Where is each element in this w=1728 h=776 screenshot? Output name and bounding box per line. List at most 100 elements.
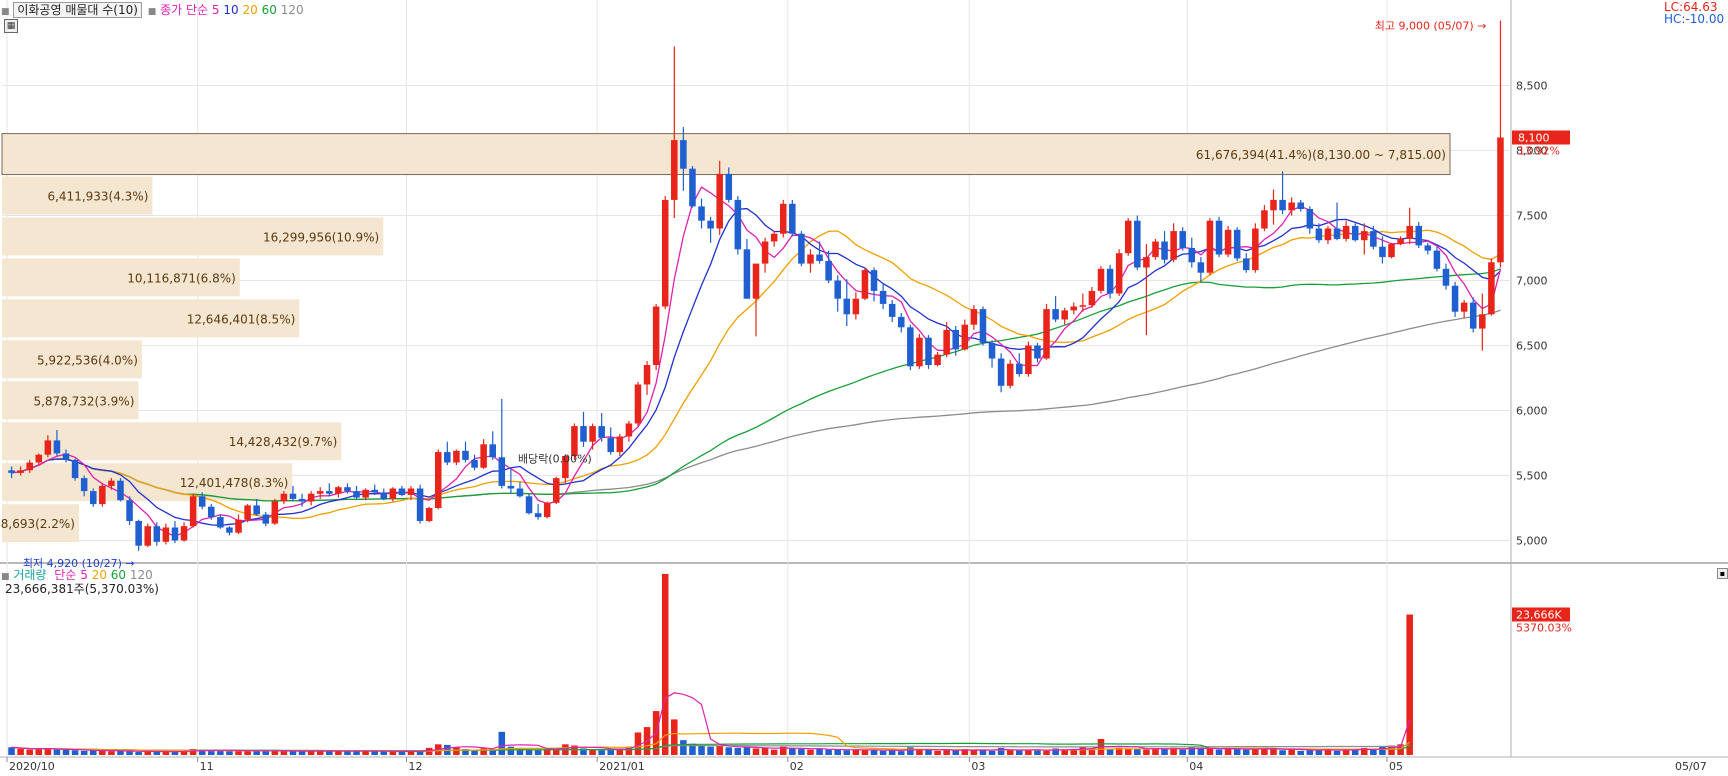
indicator-toggle-icon[interactable]: ■	[148, 7, 157, 17]
candle-body	[307, 493, 315, 502]
candle-body	[189, 496, 197, 527]
volume-profile-label: 14,428,432(9.7%)	[229, 435, 338, 449]
candle-body	[671, 140, 678, 200]
volume-bar	[979, 750, 987, 755]
candle-body	[661, 199, 669, 307]
candle-body	[534, 513, 542, 518]
candle-body	[226, 527, 233, 533]
candle-body	[1324, 228, 1332, 241]
price-tick-label: 7,000	[1516, 275, 1548, 288]
volume-bar	[17, 748, 24, 755]
candle-body	[135, 521, 142, 546]
candle-body	[117, 480, 124, 501]
volume-bar	[761, 747, 769, 755]
collapse-toggle-icon[interactable]: ■	[1, 7, 10, 17]
candle-body	[253, 505, 260, 515]
candle-body	[680, 140, 687, 169]
candle-body	[271, 501, 279, 524]
volume-bar	[1242, 749, 1250, 755]
candle-body	[952, 329, 960, 350]
volume-bar	[725, 747, 733, 755]
grid-settings-icon[interactable]: ▦	[4, 19, 18, 33]
volume-bar	[861, 749, 869, 755]
volume-bar	[680, 740, 687, 755]
candle-body	[1397, 238, 1404, 245]
candle-body	[1052, 309, 1059, 320]
candle-body	[1124, 220, 1132, 254]
candle-body	[543, 502, 551, 518]
volume-bar	[1152, 748, 1159, 755]
volume-bar	[498, 731, 506, 755]
candle-body	[1424, 245, 1432, 251]
volume-bar	[1333, 750, 1341, 755]
panel-collapse-icon[interactable]: ▪	[1717, 568, 1728, 579]
stock-chart[interactable]: 8,5008,0007,5007,0006,5006,0005,5005,000…	[0, 0, 1728, 776]
candle-body	[62, 453, 70, 460]
candle-body	[652, 306, 660, 365]
candle-body	[462, 450, 469, 460]
candle-body	[770, 233, 778, 242]
volume-bar	[1016, 750, 1023, 755]
candle-body	[316, 491, 324, 494]
candle-body	[1079, 305, 1087, 307]
volume-bar	[1161, 749, 1168, 755]
candle-body	[71, 459, 79, 479]
volume-bar	[770, 749, 778, 755]
candle-body	[1479, 314, 1486, 329]
candle-body	[398, 488, 406, 495]
volume-bar	[398, 751, 406, 755]
candle-body	[1361, 231, 1368, 241]
last-price-label: 8,100	[1518, 132, 1550, 145]
candle-body	[1488, 262, 1495, 315]
candle-body	[879, 290, 887, 304]
candle-body	[1306, 209, 1314, 229]
candle-body	[144, 526, 151, 546]
chart-title[interactable]: 이화공영 매물대 수(10)	[13, 2, 142, 18]
candle-body	[1315, 228, 1323, 241]
candle-body	[244, 505, 251, 520]
volume-bar	[825, 749, 832, 755]
candle-body	[1115, 253, 1123, 294]
last-change-label: 13.92%	[1518, 145, 1560, 158]
volume-bar	[371, 751, 378, 755]
volume-bar	[416, 751, 424, 755]
candle-body	[26, 462, 33, 471]
candle-body	[1460, 302, 1468, 312]
volume-bar	[171, 751, 179, 755]
candle-body	[480, 444, 487, 468]
candle-body	[1006, 363, 1014, 386]
price-tick-label: 8,500	[1516, 80, 1548, 93]
volume-bar	[44, 748, 52, 755]
time-tick-label: 2020/10	[9, 760, 55, 773]
candle-body	[1206, 220, 1214, 273]
candle-body	[843, 298, 851, 315]
candle-body	[852, 298, 860, 315]
candle-body	[489, 444, 496, 458]
volume-bar	[126, 751, 133, 755]
candle-body	[816, 254, 823, 261]
volume-bar	[907, 747, 914, 755]
volume-bar	[1306, 750, 1314, 755]
candle-body	[280, 493, 288, 502]
candle-body	[716, 173, 723, 229]
volume-bar	[843, 750, 851, 755]
candle-body	[1451, 285, 1459, 312]
candle-body	[916, 337, 923, 367]
price-tick-label: 6,500	[1516, 340, 1548, 353]
price-ma-label[interactable]: 종가 단순	[160, 3, 208, 17]
candle-body	[344, 487, 351, 492]
candle-body	[289, 493, 297, 499]
time-tick-label: 11	[200, 760, 214, 773]
candle-body	[1161, 241, 1168, 260]
volume-bar	[798, 749, 805, 755]
candle-body	[607, 437, 615, 453]
candle-body	[1388, 244, 1395, 258]
candle-body	[1252, 228, 1259, 271]
volume-bar	[534, 750, 542, 755]
volume-bar	[117, 750, 124, 755]
candle-body	[625, 423, 633, 437]
volume-bar	[1279, 750, 1286, 755]
volume-bar	[734, 747, 742, 755]
volume-bar	[1342, 750, 1350, 755]
candle-body	[1469, 302, 1477, 329]
